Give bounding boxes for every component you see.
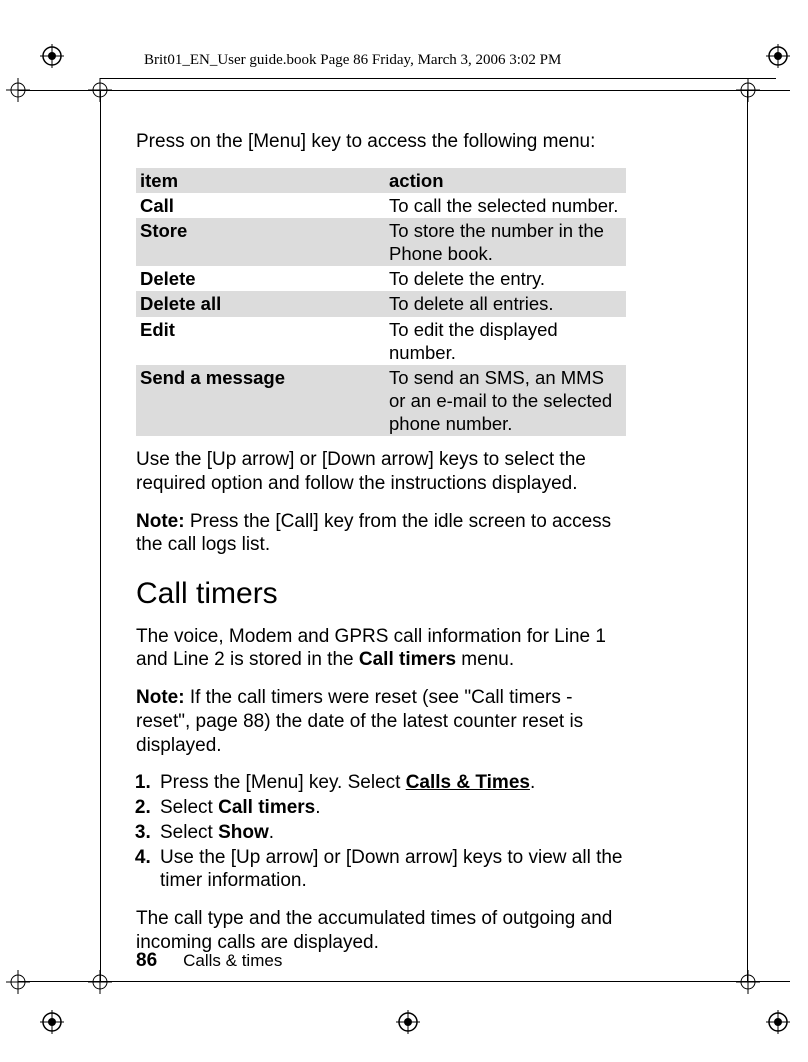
table-header-action: action — [385, 168, 626, 193]
text-fragment: . — [315, 797, 320, 818]
note-2: Note: If the call timers were reset (see… — [136, 686, 626, 757]
table-row: Edit To edit the displayed number. — [136, 317, 626, 365]
menu-name: Show — [218, 822, 269, 843]
step-2: Select Call timers. — [156, 796, 626, 820]
table-row: Store To store the number in the Phone b… — [136, 218, 626, 266]
registration-mark-icon — [766, 1010, 790, 1034]
action-cell: To send an SMS, an MMS or an e-mail to t… — [385, 365, 626, 436]
crop-mark-icon — [6, 970, 30, 994]
registration-mark-icon — [40, 44, 64, 68]
step-1: Press the [Menu] key. Select Calls & Tim… — [156, 771, 626, 795]
table-row: Send a message To send an SMS, an MMS or… — [136, 365, 626, 436]
text-fragment: Select — [160, 822, 218, 843]
text-fragment: . — [530, 772, 535, 793]
page-number: 86 — [136, 950, 157, 971]
item-cell: Delete all — [136, 291, 385, 316]
intro-paragraph: Press on the [Menu] key to access the fo… — [136, 130, 626, 154]
item-cell: Delete — [136, 266, 385, 291]
text-fragment: Press the [Menu] key. Select — [160, 772, 406, 793]
text-fragment: Select — [160, 797, 218, 818]
crop-mark-icon — [6, 78, 30, 102]
table-header-row: item action — [136, 168, 626, 193]
note-label: Note: — [136, 511, 185, 532]
action-cell: To delete the entry. — [385, 266, 626, 291]
registration-mark-icon — [766, 44, 790, 68]
menu-name: Call timers — [218, 797, 315, 818]
step-4: Use the [Up arrow] or [Down arrow] keys … — [156, 846, 626, 894]
note-body: Press the [Call] key from the idle scree… — [136, 511, 611, 556]
menu-name: Call timers — [359, 649, 456, 670]
table-row: Call To call the selected number. — [136, 193, 626, 218]
crop-mark-icon — [736, 78, 760, 102]
call-timers-intro: The voice, Modem and GPRS call informati… — [136, 625, 626, 673]
after-table-paragraph: Use the [Up arrow] or [Down arrow] keys … — [136, 448, 626, 496]
note-1: Note: Press the [Call] key from the idle… — [136, 510, 626, 558]
item-cell: Call — [136, 193, 385, 218]
action-cell: To call the selected number. — [385, 193, 626, 218]
note-body: If the call timers were reset (see "Call… — [136, 687, 583, 756]
item-cell: Send a message — [136, 365, 385, 436]
crop-mark-icon — [88, 78, 112, 102]
step-3: Select Show. — [156, 821, 626, 845]
page-footer: 86 Calls & times — [136, 950, 282, 972]
section-heading-call-timers: Call timers — [136, 575, 626, 613]
text-fragment: menu. — [456, 649, 514, 670]
item-cell: Store — [136, 218, 385, 266]
item-cell: Edit — [136, 317, 385, 365]
table-row: Delete all To delete all entries. — [136, 291, 626, 316]
running-header: Brit01_EN_User guide.book Page 86 Friday… — [144, 52, 561, 69]
text-fragment: . — [269, 822, 274, 843]
registration-mark-icon — [396, 1010, 420, 1034]
action-cell: To edit the displayed number. — [385, 317, 626, 365]
table-row: Delete To delete the entry. — [136, 266, 626, 291]
steps-list: Press the [Menu] key. Select Calls & Tim… — [156, 771, 626, 893]
action-cell: To delete all entries. — [385, 291, 626, 316]
note-label: Note: — [136, 687, 185, 708]
page-content: Press on the [Menu] key to access the fo… — [136, 130, 626, 969]
closing-paragraph: The call type and the accumulated times … — [136, 907, 626, 955]
action-cell: To store the number in the Phone book. — [385, 218, 626, 266]
crop-mark-icon — [736, 970, 760, 994]
footer-section: Calls & times — [183, 951, 282, 970]
menu-table: item action Call To call the selected nu… — [136, 168, 626, 436]
table-header-item: item — [136, 168, 385, 193]
crop-mark-icon — [88, 970, 112, 994]
menu-path: Calls & Times — [406, 772, 530, 793]
registration-mark-icon — [40, 1010, 64, 1034]
